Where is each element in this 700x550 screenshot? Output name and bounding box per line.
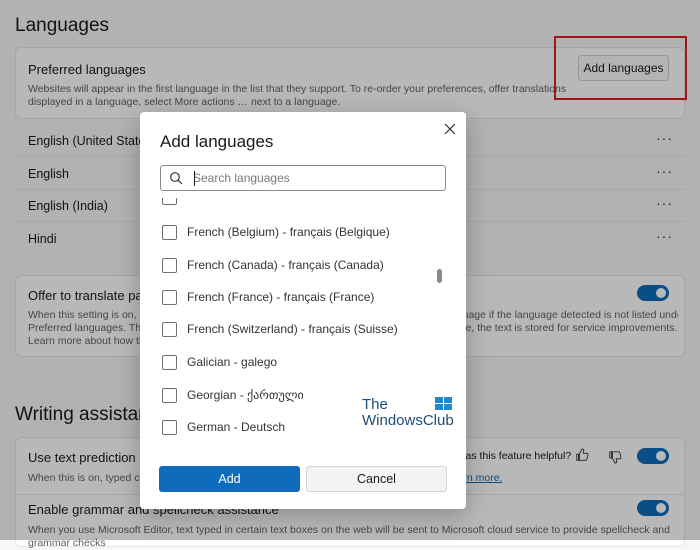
scrollbar-thumb[interactable] — [437, 269, 442, 283]
watermark-line-2: WindowsClub — [362, 412, 454, 429]
list-item-partial[interactable] — [162, 198, 177, 207]
list-item-label: German - Deutsch — [187, 420, 286, 434]
checkbox[interactable] — [162, 419, 177, 435]
list-item-label: French (France) - français (France) — [187, 290, 375, 304]
checkbox[interactable] — [162, 257, 177, 273]
checkbox[interactable] — [162, 289, 177, 305]
checkbox[interactable] — [162, 224, 177, 240]
list-item[interactable]: French (France) - français (France) — [162, 287, 374, 307]
list-item[interactable]: French (Canada) - français (Canada) — [162, 255, 384, 275]
list-item[interactable]: French (Belgium) - français (Belgique) — [162, 222, 390, 242]
list-item-label: French (Switzerland) - français (Suisse) — [187, 322, 398, 336]
checkbox[interactable] — [162, 354, 177, 370]
search-box[interactable] — [160, 165, 446, 191]
list-item-label: Galician - galego — [187, 355, 278, 369]
list-item[interactable]: Galician - galego — [162, 352, 277, 372]
checkbox[interactable] — [162, 387, 177, 403]
add-languages-dialog: Add languages French (Belgium) - françai… — [140, 112, 466, 509]
dialog-title: Add languages — [160, 132, 274, 151]
checkbox[interactable] — [162, 198, 177, 205]
close-button[interactable] — [439, 118, 461, 140]
checkbox[interactable] — [162, 321, 177, 337]
list-item-label: French (Belgium) - français (Belgique) — [187, 225, 390, 239]
list-item[interactable]: French (Switzerland) - français (Suisse) — [162, 319, 398, 339]
watermark: The WindowsClub — [362, 397, 454, 429]
close-icon — [444, 123, 456, 135]
cancel-button[interactable]: Cancel — [306, 466, 447, 492]
search-icon — [170, 172, 183, 185]
list-item[interactable]: Georgian - ქართული — [162, 385, 304, 405]
list-item-label: French (Canada) - français (Canada) — [187, 258, 384, 272]
watermark-logo-icon — [435, 397, 452, 410]
search-input[interactable] — [193, 168, 438, 188]
text-caret — [194, 171, 195, 186]
list-item-label: Georgian - ქართული — [187, 388, 304, 402]
list-item[interactable]: German - Deutsch — [162, 417, 285, 437]
add-button[interactable]: Add — [159, 466, 300, 492]
